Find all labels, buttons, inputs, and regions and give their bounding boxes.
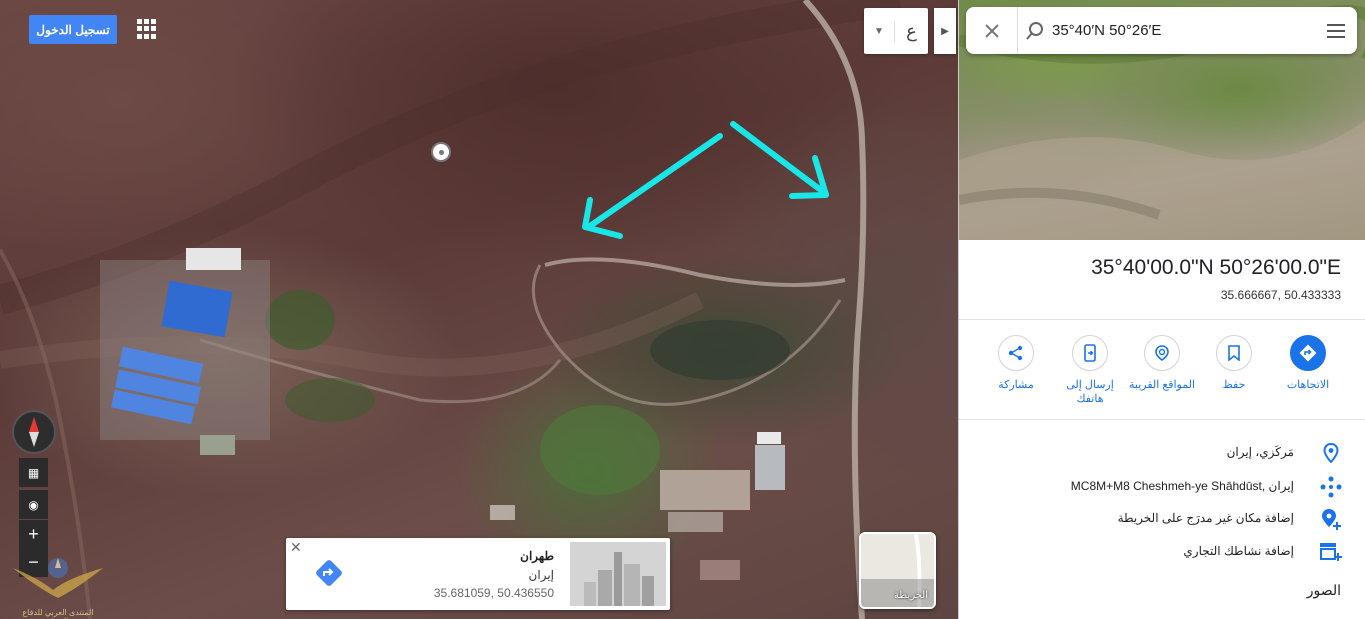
- forum-watermark-logo: المنتدى العربي للدفاع والتسليح: [8, 548, 108, 619]
- add-place-text: إضافة مكان غير مدرَج على الخريطة: [1117, 511, 1294, 525]
- chevron-down-icon: ▼: [874, 25, 884, 37]
- send-to-phone-icon: [1072, 335, 1108, 371]
- map-layer-switch[interactable]: الخريطة: [859, 532, 936, 609]
- apps-grid-icon[interactable]: [137, 19, 157, 39]
- place-coords: 35.681059, 50.436550: [433, 586, 554, 600]
- region-text: مَركَزي، إيران: [1226, 445, 1294, 459]
- bookmark-icon: [1216, 335, 1252, 371]
- plus-icon: +: [28, 524, 39, 544]
- hamburger-menu-icon[interactable]: [1315, 23, 1357, 38]
- grid-icon: ▦: [27, 465, 40, 480]
- photos-heading: الصور: [1306, 582, 1341, 598]
- divider: [959, 319, 1365, 320]
- language-label: ع: [894, 20, 928, 42]
- add-business-icon: [1318, 539, 1344, 565]
- send-to-phone-button[interactable]: إرسال إلى هاتفك: [1053, 335, 1127, 406]
- coordinates-title: 35°40'00.0"N 50°26'00.0"E: [1091, 256, 1341, 279]
- info-row-plus-code[interactable]: MC8M+M8 Cheshmeh-ye Shāhdūst, إيران: [959, 472, 1365, 502]
- directions-icon[interactable]: [314, 558, 344, 588]
- watermark-text: المنتدى العربي للدفاع والتسليح: [22, 608, 94, 619]
- add-business-text: إضافة نشاطك التجاري: [1183, 544, 1294, 558]
- compass-needle-icon: [29, 417, 39, 447]
- place-title: طهران: [520, 549, 554, 563]
- language-selector[interactable]: ▼ ع: [864, 8, 928, 54]
- place-subtitle: إيران: [528, 568, 554, 582]
- save-label: حفظ: [1222, 379, 1246, 391]
- coordinates-decimal: 35.666667, 50.433333: [1220, 288, 1341, 302]
- share-label: مشاركة: [998, 379, 1034, 391]
- caret-right-icon: ▶: [941, 25, 949, 37]
- plus-code-icon: [1318, 474, 1344, 500]
- add-place-icon: [1318, 506, 1344, 532]
- search-bar[interactable]: 35°40′N 50°26′E: [966, 7, 1357, 54]
- side-panel: 35°40′N 50°26′E 35°40'00.0"N 50°26'00.0"…: [958, 0, 1365, 619]
- clear-search-button[interactable]: [966, 7, 1018, 54]
- my-location-button[interactable]: ◉: [19, 490, 48, 519]
- layer-switch-label: الخريطة: [893, 590, 928, 601]
- google-maps-page: تسجيل الدخول ▼ ع ▶ ▦ ◉ + − المنتدى العرب…: [0, 0, 1365, 619]
- place-info-card[interactable]: ✕ طهران إيران 35.681059, 50.436550: [286, 538, 670, 610]
- search-input[interactable]: 35°40′N 50°26′E: [1052, 22, 1315, 39]
- directions-button[interactable]: الاتجاهات: [1271, 335, 1345, 392]
- annotation-arrows: [582, 121, 829, 239]
- sign-in-button[interactable]: تسجيل الدخول: [29, 15, 117, 44]
- divider: [959, 419, 1365, 420]
- info-row-add-place[interactable]: إضافة مكان غير مدرَج على الخريطة: [959, 504, 1365, 534]
- directions-icon: [1290, 335, 1326, 371]
- plus-code-text: MC8M+M8 Cheshmeh-ye Shāhdūst, إيران: [1070, 479, 1294, 493]
- map-location-pin-icon[interactable]: [431, 142, 451, 162]
- my-location-icon: ◉: [28, 497, 39, 512]
- nearby-label: المواقع القريبة: [1129, 379, 1195, 391]
- close-icon[interactable]: ✕: [290, 539, 302, 556]
- eagle-emblem-icon: [13, 558, 103, 598]
- send-to-phone-label: إرسال إلى هاتفك: [1066, 379, 1114, 405]
- nearby-button[interactable]: المواقع القريبة: [1125, 335, 1199, 392]
- share-button[interactable]: مشاركة: [979, 335, 1053, 392]
- place-thumbnail[interactable]: [570, 542, 666, 606]
- collapse-panel-button[interactable]: ▶: [934, 8, 956, 54]
- city-buildings-icon: [570, 542, 666, 606]
- info-row-add-business[interactable]: إضافة نشاطك التجاري: [959, 537, 1365, 567]
- directions-label: الاتجاهات: [1286, 379, 1330, 391]
- share-icon: [998, 335, 1034, 371]
- nearby-icon: [1144, 335, 1180, 371]
- close-icon: [984, 23, 999, 38]
- zoom-in-button[interactable]: +: [19, 520, 48, 549]
- save-button[interactable]: حفظ: [1197, 335, 1271, 392]
- satellite-terrain: [0, 0, 902, 619]
- location-pin-icon: [1318, 440, 1344, 466]
- action-buttons: الاتجاهات حفظ المواقع القريبة إرسال إلى …: [959, 335, 1365, 415]
- compass-control[interactable]: [12, 410, 56, 454]
- tilt-button[interactable]: ▦: [19, 458, 48, 487]
- search-icon[interactable]: [1018, 21, 1052, 41]
- satellite-map[interactable]: تسجيل الدخول ▼ ع ▶ ▦ ◉ + − المنتدى العرب…: [0, 0, 958, 619]
- info-row-region[interactable]: مَركَزي، إيران: [959, 438, 1365, 468]
